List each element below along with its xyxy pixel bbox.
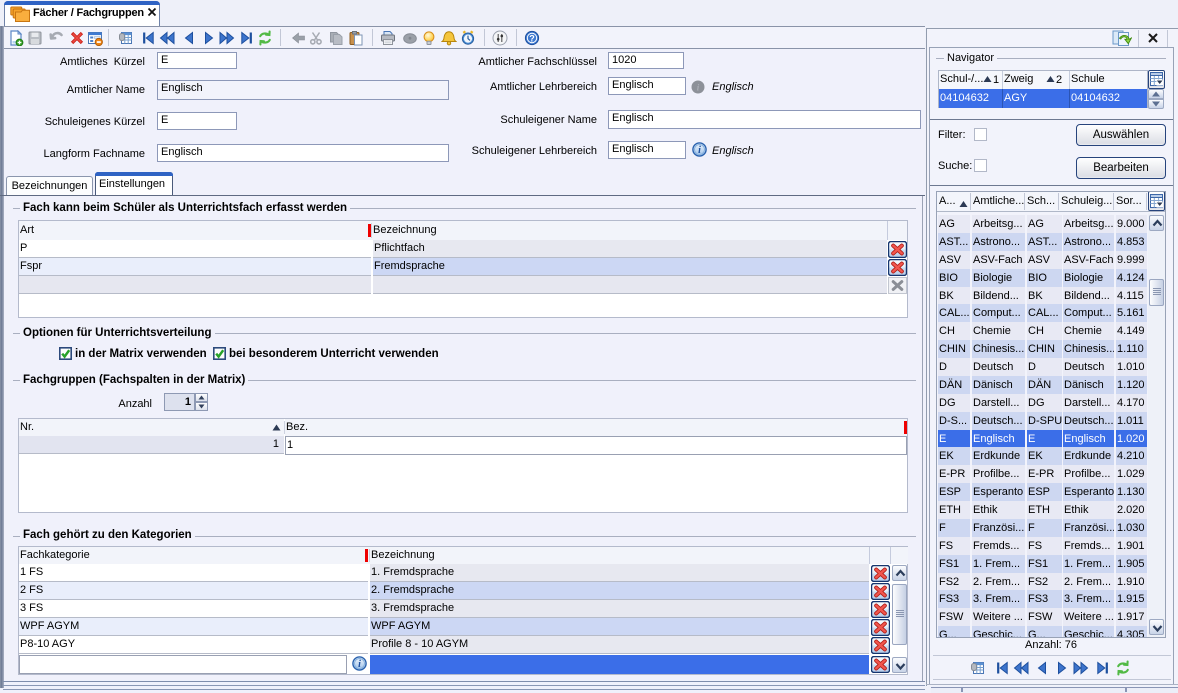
svg-text:i: i <box>358 659 361 670</box>
svg-text:i: i <box>698 145 701 156</box>
svg-text:?: ? <box>529 33 535 43</box>
